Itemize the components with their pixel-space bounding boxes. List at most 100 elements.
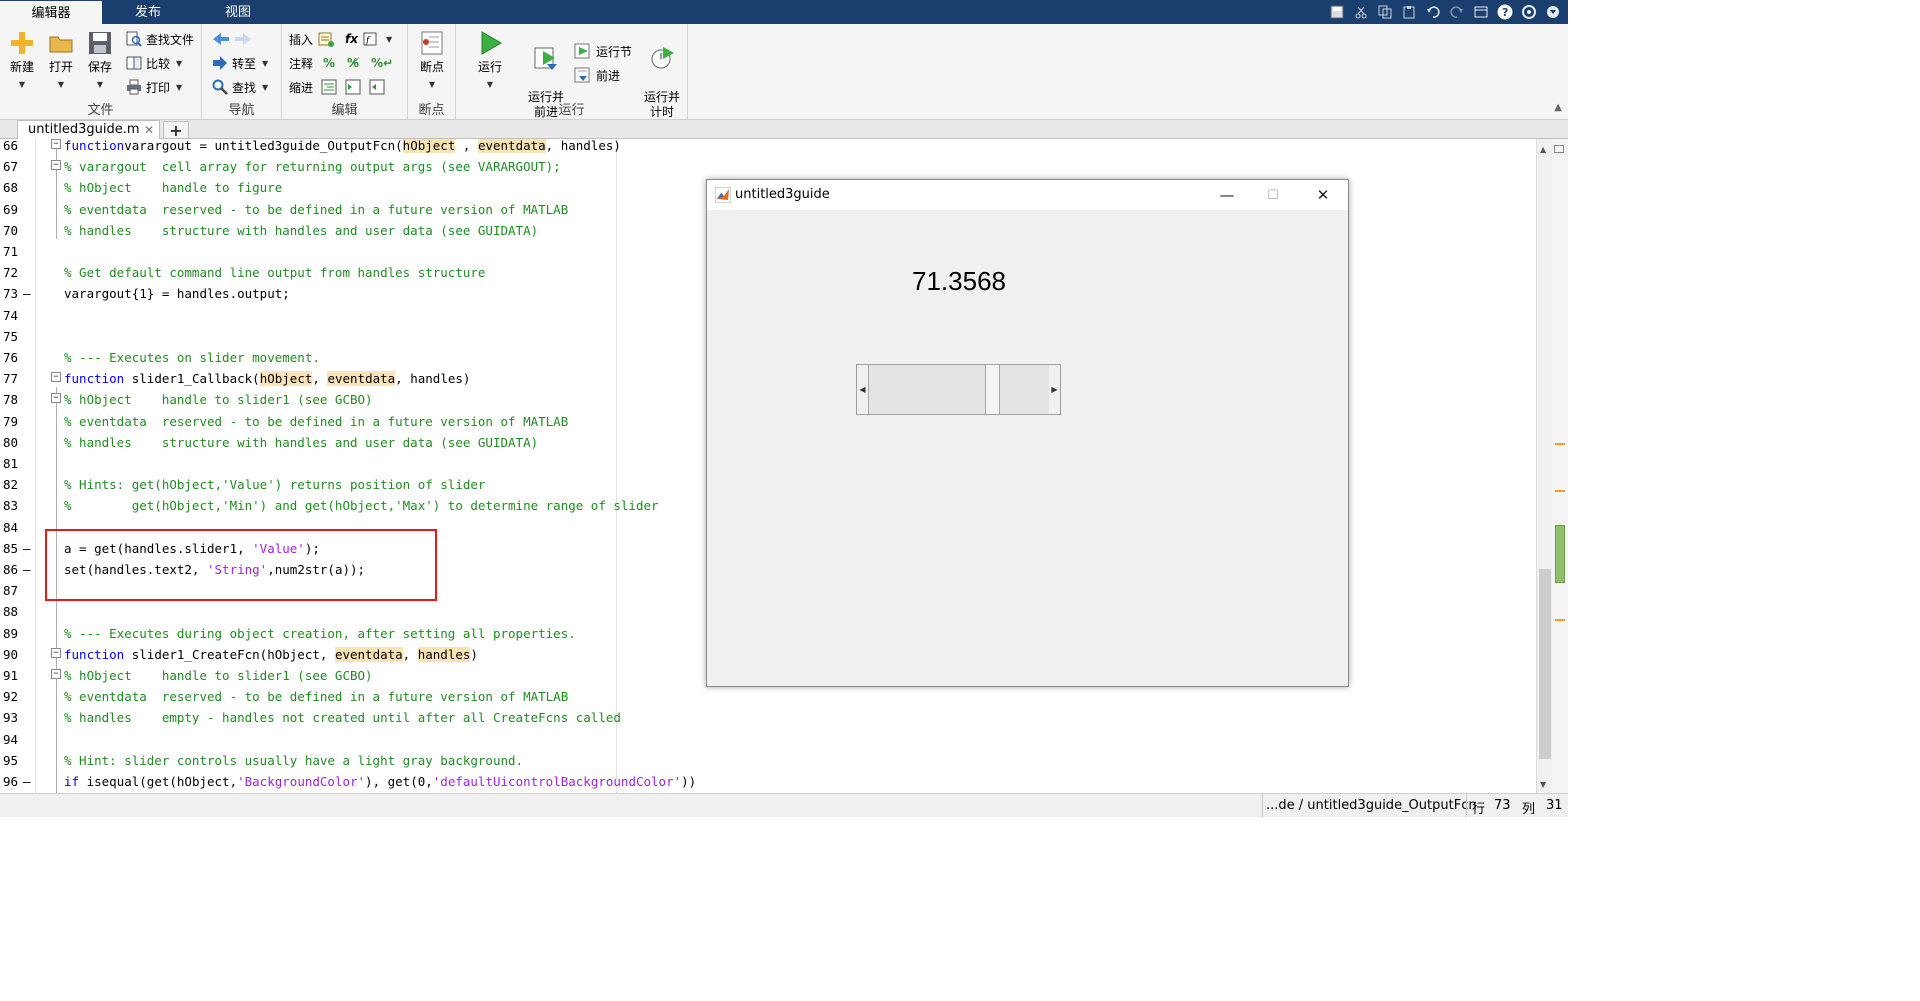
line-number[interactable]: 72 <box>3 266 25 280</box>
community-icon[interactable] <box>1518 3 1540 21</box>
goto-caret-icon[interactable]: ▼ <box>262 59 268 68</box>
dropdown-chevron-icon[interactable] <box>1542 3 1564 21</box>
fold-toggle-icon[interactable]: − <box>51 393 61 404</box>
collapse-toolstrip-icon[interactable]: ▲ <box>1554 102 1562 113</box>
save-dropdown-arrow[interactable]: ▼ <box>82 77 118 92</box>
tab-view[interactable]: 视图 <box>194 0 282 24</box>
paste-icon[interactable] <box>1398 3 1420 21</box>
line-number[interactable]: 77 <box>3 372 25 386</box>
find-files-button[interactable]: 查找文件 <box>126 28 194 50</box>
editor-overview-ruler[interactable] <box>1552 139 1568 793</box>
compare-button[interactable]: 比较 ▼ <box>126 52 182 74</box>
insert-button[interactable]: 插入 fx f ▼ <box>289 28 392 50</box>
wrap-comments-icon[interactable]: %↵ <box>371 56 393 70</box>
code-line[interactable]: 96— if isequal(get(hObject,'BackgroundCol… <box>0 775 1536 793</box>
line-number[interactable]: 83 <box>3 499 25 513</box>
line-number[interactable]: 70 <box>3 223 25 238</box>
line-number[interactable]: 69 <box>3 202 25 217</box>
current-view-marker[interactable] <box>1555 525 1565 583</box>
slider1[interactable]: ◀ ▶ <box>856 364 1061 415</box>
slider-trough-right[interactable] <box>1000 365 1049 414</box>
fold-toggle-icon[interactable]: − <box>51 647 61 658</box>
advance-button[interactable]: 前进 <box>574 64 620 86</box>
close-window-button[interactable]: ✕ <box>1300 180 1346 210</box>
decrease-indent-icon[interactable] <box>369 79 385 95</box>
breakpoint-dash[interactable]: — <box>23 287 31 301</box>
comment-button[interactable]: 注释 % %̸ %↵ <box>289 52 393 74</box>
line-number[interactable]: 91 <box>3 669 25 683</box>
line-number[interactable]: 79 <box>3 414 25 429</box>
line-number[interactable]: 78 <box>3 393 25 407</box>
print-caret-icon[interactable]: ▼ <box>176 83 182 92</box>
line-number[interactable]: 81 <box>3 457 25 471</box>
warning-marker[interactable] <box>1555 443 1565 445</box>
line-number[interactable]: 87 <box>3 584 25 598</box>
maximize-button[interactable]: ☐ <box>1250 180 1296 210</box>
forward-arrow-icon[interactable] <box>234 31 252 47</box>
line-number[interactable]: 89 <box>3 626 25 641</box>
breakpoint-dash[interactable]: — <box>23 563 31 577</box>
line-number[interactable]: 82 <box>3 478 25 492</box>
fold-toggle-icon[interactable]: − <box>51 160 61 171</box>
fold-toggle-icon[interactable]: − <box>51 139 61 149</box>
slider-left-arrow-icon[interactable]: ◀ <box>857 365 868 414</box>
line-number[interactable]: 75 <box>3 329 25 344</box>
line-number[interactable]: 88 <box>3 605 25 619</box>
file-tab-untitled3guide[interactable]: untitled3guide.m ✕ <box>17 120 160 140</box>
breakpoint-dash[interactable]: — <box>23 541 31 556</box>
cut-icon[interactable] <box>1350 3 1372 21</box>
save-button[interactable]: 保存 ▼ <box>82 30 118 92</box>
line-number[interactable]: 74 <box>3 308 25 323</box>
code-line[interactable]: 66 − functionvarargout = untitled3guide_Ou… <box>0 139 1536 160</box>
line-number[interactable]: 92 <box>3 690 25 704</box>
find-button[interactable]: 查找 ▼ <box>212 76 268 98</box>
undo-icon[interactable] <box>1422 3 1444 21</box>
new-button[interactable]: 新建 ▼ <box>4 30 40 92</box>
line-number[interactable]: 68 <box>3 181 25 195</box>
increase-indent-icon[interactable] <box>345 79 361 95</box>
copy-icon[interactable] <box>1374 3 1396 21</box>
insert-function-icon[interactable]: fx <box>345 32 358 46</box>
switch-windows-icon[interactable] <box>1470 3 1492 21</box>
smart-indent-icon[interactable] <box>321 79 337 95</box>
slider-right-arrow-icon[interactable]: ▶ <box>1049 365 1060 414</box>
insert-function-menu-icon[interactable]: f <box>362 31 380 47</box>
line-number[interactable]: 84 <box>3 520 25 535</box>
uncomment-icon[interactable]: %̸ <box>347 56 359 70</box>
indent-button[interactable]: 缩进 <box>289 76 385 98</box>
back-forward-buttons[interactable] <box>212 28 252 50</box>
fold-toggle-icon[interactable]: − <box>51 669 61 679</box>
run-section-button[interactable]: 运行节 <box>574 40 632 62</box>
code-line[interactable]: 94 <box>0 732 1536 754</box>
run-dropdown-arrow[interactable]: ▼ <box>472 77 508 92</box>
find-caret-icon[interactable]: ▼ <box>262 83 268 92</box>
breakpoints-dropdown-arrow[interactable]: ▼ <box>414 77 450 92</box>
figure-titlebar[interactable]: untitled3guide — ☐ ✕ <box>707 180 1348 210</box>
print-button[interactable]: 打印 ▼ <box>126 76 182 98</box>
insert-caret-icon[interactable]: ▼ <box>386 35 392 44</box>
tab-publish[interactable]: 发布 <box>102 0 194 24</box>
goto-button[interactable]: 转至 ▼ <box>212 52 268 74</box>
code-line[interactable]: 93 % handles empty - handles not created … <box>0 711 1536 732</box>
back-arrow-icon[interactable] <box>212 31 230 47</box>
line-number[interactable]: 86 <box>3 563 25 577</box>
line-number[interactable]: 90 <box>3 647 25 662</box>
warning-marker[interactable] <box>1555 490 1565 492</box>
line-number[interactable]: 67 <box>3 160 25 174</box>
breakpoints-button[interactable]: 断点 ▼ <box>414 30 450 92</box>
slider-thumb[interactable] <box>986 365 1000 414</box>
line-number[interactable]: 94 <box>3 732 25 747</box>
code-line[interactable]: 95 % Hint: slider controls usually have a… <box>0 753 1536 775</box>
scroll-down-icon[interactable]: ▼ <box>1540 780 1546 789</box>
open-dropdown-arrow[interactable]: ▼ <box>43 77 79 92</box>
open-button[interactable]: 打开 ▼ <box>43 30 79 92</box>
line-number[interactable]: 93 <box>3 711 25 725</box>
breakpoint-dash[interactable]: — <box>23 775 31 789</box>
fold-toggle-icon[interactable]: − <box>51 372 61 383</box>
compare-caret-icon[interactable]: ▼ <box>176 59 182 68</box>
line-number[interactable]: 80 <box>3 435 25 450</box>
line-number[interactable]: 96 <box>3 775 25 789</box>
new-dropdown-arrow[interactable]: ▼ <box>4 77 40 92</box>
new-tab-button[interactable]: + <box>163 121 189 139</box>
line-number[interactable]: 73 <box>3 287 25 301</box>
